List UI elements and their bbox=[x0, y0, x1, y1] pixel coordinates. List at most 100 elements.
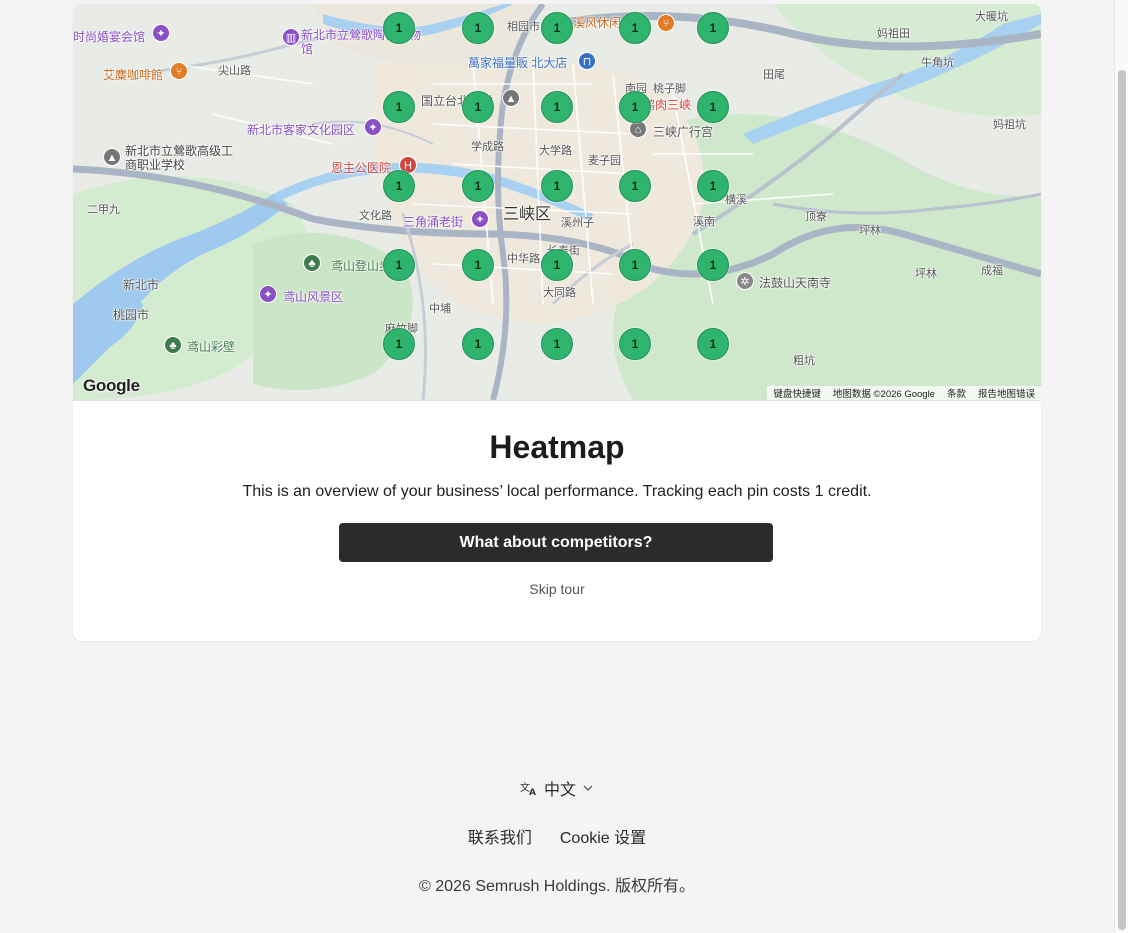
map-label: 大同路 bbox=[543, 287, 576, 299]
heatmap-pin[interactable]: 1 bbox=[541, 328, 573, 360]
map-label: 桃子脚 bbox=[653, 83, 686, 95]
map-label: 溪风休闲 bbox=[573, 16, 622, 30]
heatmap-pin[interactable]: 1 bbox=[383, 328, 415, 360]
attraction-icon[interactable]: ✦ bbox=[259, 285, 277, 303]
footer-links: 联系我们 Cookie 设置 bbox=[0, 824, 1114, 848]
map-label: 尖山路 bbox=[218, 65, 251, 77]
heatmap-pin[interactable]: 1 bbox=[697, 249, 729, 281]
heatmap-pin[interactable]: 1 bbox=[462, 170, 494, 202]
map-label: 溪南 bbox=[693, 216, 715, 228]
map-label: 相园市 bbox=[507, 21, 540, 33]
chevron-down-icon bbox=[583, 785, 593, 792]
skip-tour-link[interactable]: Skip tour bbox=[73, 581, 1041, 597]
page-scrollbar[interactable] bbox=[1114, 0, 1128, 933]
map-label: 鸢山风景区 bbox=[283, 290, 344, 304]
report-map-error-link[interactable]: 报告地图错误 bbox=[978, 386, 1035, 400]
map-label: 坪林 bbox=[915, 268, 937, 280]
heatmap-pin[interactable]: 1 bbox=[619, 12, 651, 44]
map-attribution: 键盘快捷键 地图数据 ©2026 Google 条款 报告地图错误 bbox=[767, 386, 1041, 400]
map-label: 妈祖坑 bbox=[993, 119, 1026, 131]
language-dropdown[interactable]: 文 A 中文 bbox=[520, 776, 594, 800]
map-label: 时尚婚宴会馆 bbox=[73, 30, 146, 44]
heatmap-pin[interactable]: 1 bbox=[541, 249, 573, 281]
heatmap-tour-card: 时尚婚宴会馆 艾麋咖啡館 尖山路 新北市立鶯歌陶瓷博物馆 新北市客家文化园区 新… bbox=[73, 4, 1041, 641]
restaurant-icon[interactable]: ⑂ bbox=[657, 14, 675, 32]
heatmap-pin[interactable]: 1 bbox=[697, 328, 729, 360]
heatmap-pin[interactable]: 1 bbox=[697, 91, 729, 123]
heatmap-pin[interactable]: 1 bbox=[383, 170, 415, 202]
heatmap-pin[interactable]: 1 bbox=[541, 91, 573, 123]
contact-us-link[interactable]: 联系我们 bbox=[468, 824, 532, 848]
cookie-settings-link[interactable]: Cookie 设置 bbox=[560, 824, 646, 848]
school-icon[interactable]: ▲ bbox=[103, 148, 121, 166]
map-label: 中埔 bbox=[429, 303, 451, 315]
map-label: 三峡区 bbox=[503, 206, 552, 223]
language-selector: 文 A 中文 bbox=[0, 776, 1114, 800]
heatmap-pin[interactable]: 1 bbox=[619, 170, 651, 202]
map-label: 桃园市 bbox=[113, 308, 150, 322]
map-label: 大学路 bbox=[539, 145, 572, 157]
competitors-button[interactable]: What about competitors? bbox=[339, 523, 773, 562]
page: 时尚婚宴会馆 艾麋咖啡館 尖山路 新北市立鶯歌陶瓷博物馆 新北市客家文化园区 新… bbox=[0, 0, 1128, 933]
map-label: 牛角坑 bbox=[921, 57, 954, 69]
map-label: 粗坑 bbox=[793, 355, 815, 367]
map-label: 学成路 bbox=[471, 141, 504, 153]
scrollbar-thumb[interactable] bbox=[1118, 70, 1126, 930]
map-label: 法鼓山天南寺 bbox=[759, 276, 832, 290]
svg-text:A: A bbox=[529, 788, 536, 796]
heatmap-pin[interactable]: 1 bbox=[383, 12, 415, 44]
map-label: 横溪 bbox=[725, 194, 747, 206]
google-logo: Google bbox=[83, 376, 140, 395]
school-icon[interactable]: ▲ bbox=[502, 89, 520, 107]
map-view[interactable]: 时尚婚宴会馆 艾麋咖啡館 尖山路 新北市立鶯歌陶瓷博物馆 新北市客家文化园区 新… bbox=[73, 4, 1041, 400]
tour-description: This is an overview of your business’ lo… bbox=[242, 483, 872, 500]
shopping-icon[interactable]: ⊓ bbox=[578, 52, 596, 70]
terms-link[interactable]: 条款 bbox=[947, 386, 966, 400]
map-label: 鸢山彩壁 bbox=[187, 340, 236, 354]
copyright: © 2026 Semrush Holdings. 版权所有。 bbox=[419, 878, 695, 895]
map-label: 溪州子 bbox=[561, 217, 594, 229]
heatmap-pin[interactable]: 1 bbox=[462, 249, 494, 281]
keyboard-shortcuts-link[interactable]: 键盘快捷键 bbox=[773, 386, 821, 400]
map-label: 三峡广行宫 bbox=[653, 125, 714, 139]
heatmap-pin[interactable]: 1 bbox=[383, 249, 415, 281]
map-label: 艾麋咖啡館 bbox=[103, 68, 164, 82]
heatmap-pin[interactable]: 1 bbox=[383, 91, 415, 123]
heatmap-pin[interactable]: 1 bbox=[619, 328, 651, 360]
language-label: 中文 bbox=[543, 782, 576, 799]
park-icon[interactable]: ♣ bbox=[303, 254, 321, 272]
map-label: 萬家福量販 北大店 bbox=[468, 56, 568, 70]
map-label: 妈祖田 bbox=[877, 28, 910, 40]
map-label: 恩主公医院 bbox=[331, 161, 392, 175]
heatmap-pin[interactable]: 1 bbox=[619, 249, 651, 281]
heatmap-pin[interactable]: 1 bbox=[541, 170, 573, 202]
temple-icon[interactable]: ✲ bbox=[736, 272, 754, 290]
map-label: 中华路 bbox=[507, 253, 540, 265]
heatmap-pin[interactable]: 1 bbox=[462, 12, 494, 44]
map-label: 麦子园 bbox=[588, 155, 621, 167]
heatmap-pin[interactable]: 1 bbox=[462, 328, 494, 360]
heatmap-pin[interactable]: 1 bbox=[697, 170, 729, 202]
map-label: 文化路 bbox=[359, 210, 392, 222]
heatmap-pin[interactable]: 1 bbox=[697, 12, 729, 44]
map-label: 坪林 bbox=[859, 225, 881, 237]
map-label: 二甲九 bbox=[87, 204, 120, 216]
map-label: 田尾 bbox=[763, 69, 785, 81]
tour-title: Heatmap bbox=[489, 429, 625, 465]
map-label: 三角涌老街 bbox=[403, 215, 464, 229]
heatmap-pin[interactable]: 1 bbox=[541, 12, 573, 44]
park-icon[interactable]: ♣ bbox=[164, 336, 182, 354]
attraction-icon[interactable]: ✦ bbox=[364, 118, 382, 136]
attraction-icon[interactable]: ✦ bbox=[471, 210, 489, 228]
attraction-icon[interactable]: ✦ bbox=[152, 24, 170, 42]
translate-icon: 文 A bbox=[520, 781, 536, 796]
map-label: 顶寮 bbox=[805, 211, 827, 223]
map-data-link[interactable]: 地图数据 ©2026 Google bbox=[833, 386, 935, 400]
map-label: 新北市立鶯歌高级工商职业学校 bbox=[125, 144, 234, 172]
heatmap-pin[interactable]: 1 bbox=[462, 91, 494, 123]
restaurant-icon[interactable]: ⑂ bbox=[170, 62, 188, 80]
museum-icon[interactable]: ▥ bbox=[282, 28, 300, 46]
heatmap-pin[interactable]: 1 bbox=[619, 91, 651, 123]
tour-content: Heatmap This is an overview of your busi… bbox=[73, 400, 1041, 641]
map-label: 大暖坑 bbox=[975, 11, 1008, 23]
